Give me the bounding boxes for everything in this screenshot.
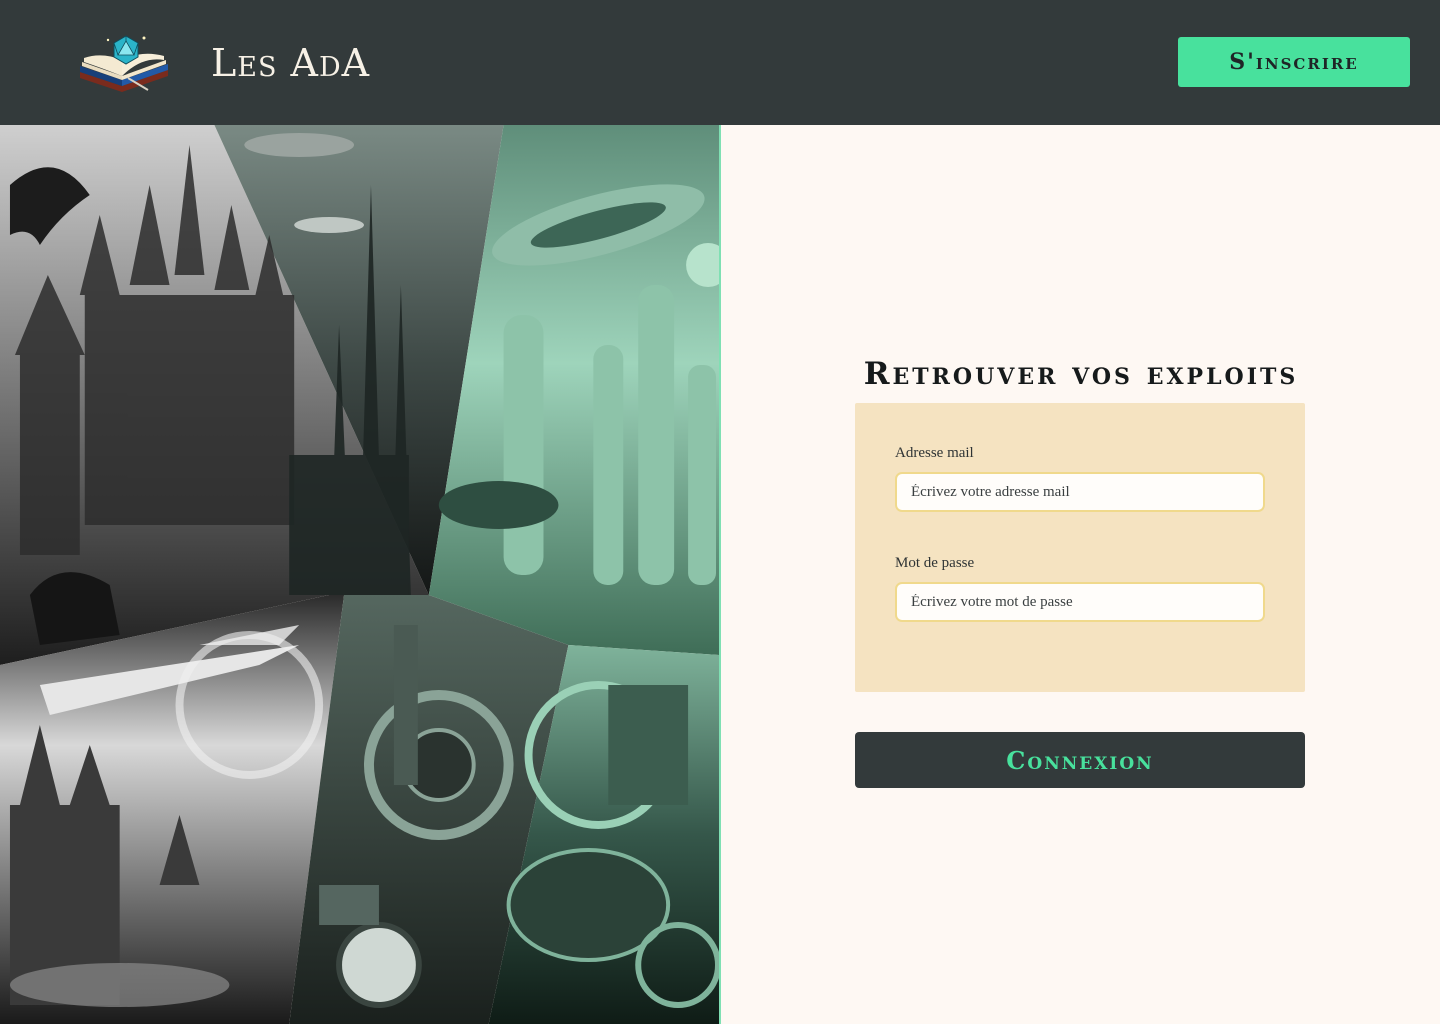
email-label: Adresse mail [895,445,974,461]
email-field[interactable] [895,472,1265,512]
login-title: Retrouver vos exploits [863,356,1299,392]
fantasy-scifi-collage-image [0,125,721,1024]
password-label: Mot de passe [895,555,975,571]
top-header: Les AdA S'inscrire [0,0,1440,125]
open-book-d20-icon[interactable] [76,30,172,94]
login-button[interactable]: Connexion [855,732,1305,788]
brand-name[interactable]: Les AdA [211,38,370,88]
password-field[interactable] [895,582,1265,622]
signup-button[interactable]: S'inscrire [1178,37,1410,87]
login-form-card: Adresse mail Mot de passe [855,403,1305,692]
